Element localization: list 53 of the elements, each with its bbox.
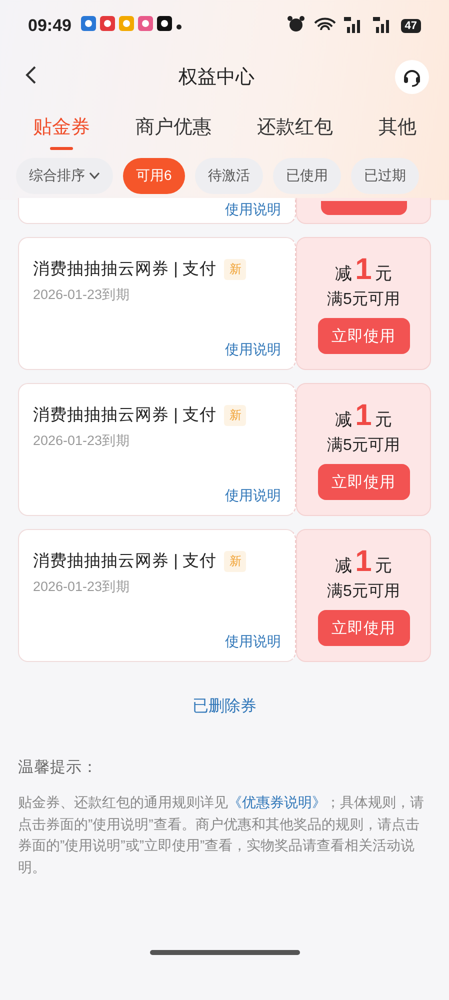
status-time: 09:49 [28, 16, 72, 36]
tips-heading: 温馨提示： [18, 758, 99, 778]
usage-condition: 满5元可用 [327, 436, 400, 456]
new-tag: 新 [224, 550, 246, 572]
use-button-edge[interactable] [320, 201, 406, 215]
coupon-title: 消费抽抽抽云网券 | 支付 [33, 551, 216, 572]
discount-amount: 1 [355, 545, 372, 579]
usage-info-link[interactable]: 使用说明 [225, 633, 281, 651]
tips-text: 贴金券、还款红包的通用规则详见《优惠券说明》；具体规则，请点击券面的”使用说明”查看。商户优惠和其他奖品的规则，请点击券面的”使用说明”或”立即使用”查看，实物奖品请查看相关活动说明。 [18, 793, 425, 876]
usage-info-link[interactable]: 使用说明 [225, 201, 281, 219]
page-title: 权益中心 [178, 66, 254, 90]
new-tag: 新 [224, 404, 246, 426]
dot-icon [176, 24, 182, 30]
wifi-icon [314, 16, 336, 32]
usage-condition: 满5元可用 [327, 290, 400, 310]
filter-chip[interactable]: 已过期 [350, 158, 419, 194]
usage-info-link[interactable]: 使用说明 [225, 487, 281, 505]
coupon-terms-link[interactable]: 《优惠券说明》 [228, 794, 326, 810]
alarm-clock-icon [287, 14, 306, 32]
expiry-date: 2026-01-23到期 [33, 578, 132, 596]
battery-level: 47 [400, 19, 421, 33]
customer-service-icon[interactable] [395, 60, 429, 94]
coupon-title: 消费抽抽抽云网券 | 支付 [33, 405, 216, 426]
currency-unit: 元 [374, 555, 392, 577]
filter-chip[interactable]: 已使用 [272, 158, 341, 194]
filter-chip[interactable]: 待激活 [194, 158, 263, 194]
app-icon [81, 16, 96, 31]
tab[interactable]: 其他 [378, 114, 416, 150]
usage-condition: 满5元可用 [327, 582, 400, 602]
discount-label: 减 [335, 263, 352, 285]
tab[interactable]: 还款红包 [256, 114, 333, 150]
tab[interactable]: 贴金券 [32, 114, 90, 150]
coupon-title: 消费抽抽抽云网券 | 支付 [33, 259, 216, 280]
app-icon [138, 16, 154, 31]
discount-label: 减 [335, 555, 352, 577]
chevron-down-icon [89, 172, 100, 180]
expiry-date: 2026-01-23到期 [33, 432, 132, 450]
deleted-coupons-link[interactable]: 已删除券 [192, 696, 256, 717]
use-now-button[interactable]: 立即使用 [318, 610, 410, 646]
new-tag: 新 [224, 258, 246, 280]
currency-unit: 元 [374, 409, 392, 431]
discount-label: 减 [335, 409, 352, 431]
discount-amount: 1 [355, 399, 372, 433]
filter-chip[interactable]: 可用6 [123, 158, 185, 194]
usage-info-link[interactable]: 使用说明 [225, 341, 281, 359]
back-icon[interactable] [24, 64, 38, 84]
sort-dropdown[interactable]: 综合排序 [16, 158, 113, 194]
expiry-date: 2026-01-23到期 [33, 286, 132, 304]
use-now-button[interactable]: 立即使用 [318, 464, 410, 500]
currency-unit: 元 [374, 263, 392, 285]
tab[interactable]: 商户优惠 [135, 114, 212, 150]
use-now-button[interactable]: 立即使用 [318, 318, 410, 354]
discount-amount: 1 [355, 253, 372, 287]
